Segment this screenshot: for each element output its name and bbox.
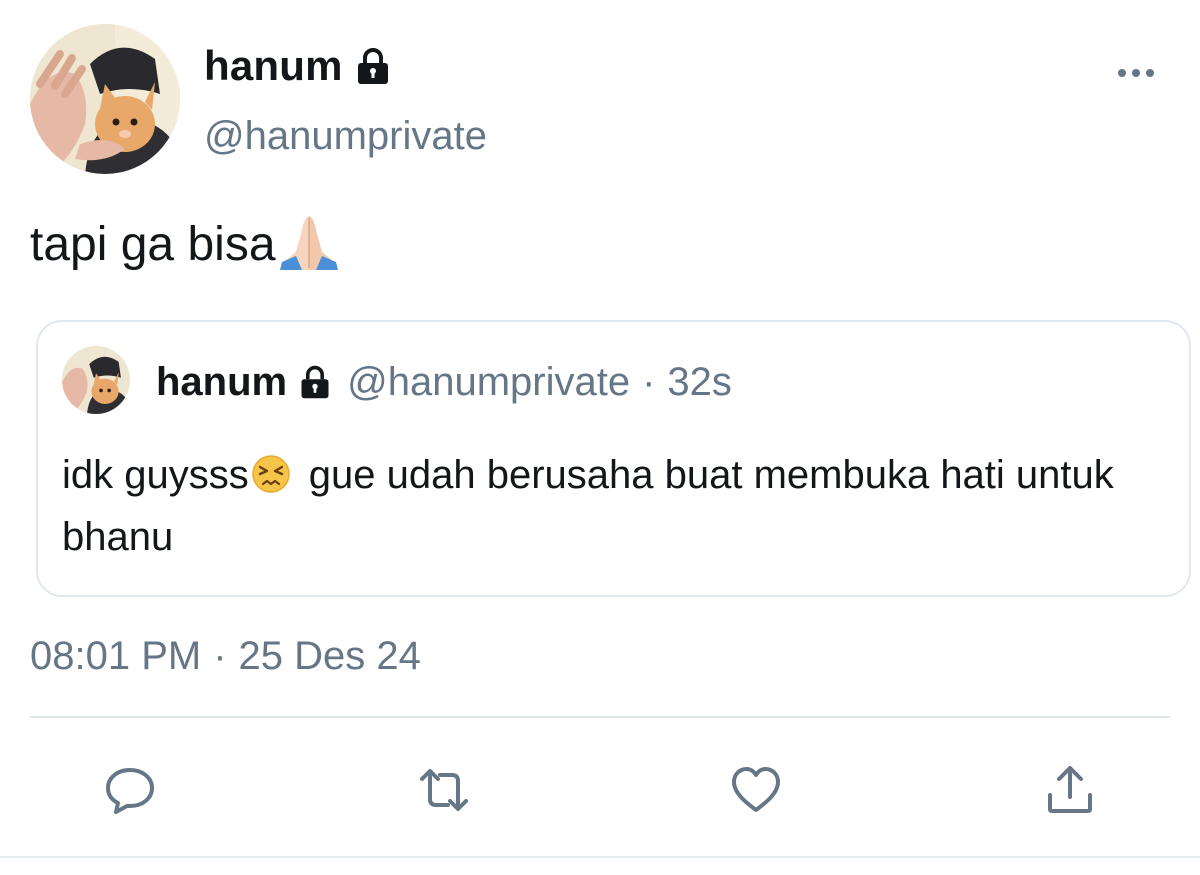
quoted-tweet-card[interactable]: hanum @hanumprivate · 32s idk guysss gue… [36,320,1191,597]
author-handle[interactable]: @hanumprivate [204,114,487,159]
author-avatar[interactable] [30,24,180,174]
author-name-row: hanum [204,40,393,92]
retweet-icon [420,769,468,811]
reply-icon [106,768,154,814]
quoted-text-before-emoji: idk guysss [62,453,249,497]
tweet-text: tapi ga bisa [30,212,342,272]
folded-hands-emoji [279,216,338,270]
more-dots-icon [1118,69,1154,77]
quoted-tweet-header: hanum @hanumprivate · 32s [156,356,732,408]
quoted-header-separator: · [642,359,656,404]
timestamp-separator: · [213,634,227,678]
share-button[interactable] [1040,760,1100,820]
reply-button[interactable] [100,760,160,820]
lock-icon [357,48,388,84]
quoted-author-avatar [62,346,130,414]
author-display-name[interactable]: hanum [204,42,343,90]
kitten-avatar-image [62,346,130,414]
heart-icon [732,767,780,812]
persevering-face-emoji [252,455,290,493]
tweet-timestamp[interactable]: 08:01 PM · 25 Des 24 [30,634,421,679]
quoted-author-display-name: hanum [156,359,288,404]
tweet-time: 08:01 PM [30,634,202,678]
retweet-button[interactable] [414,760,474,820]
quoted-tweet-text: idk guysss gue udah berusaha buat membuk… [62,444,1152,568]
lock-icon [301,365,329,399]
like-button[interactable] [726,760,786,820]
tweet-text-content: tapi ga bisa [30,218,276,271]
tweet-action-bar [0,760,1200,820]
share-icon [1048,766,1092,813]
kitten-avatar-image [30,24,180,174]
bottom-divider [0,856,1200,858]
quoted-author-handle: @hanumprivate [347,359,631,404]
divider [30,716,1170,718]
tweet-detail: hanum @hanumprivate tapi ga bisa hanum @… [0,0,1200,875]
tweet-date: 25 Des 24 [238,634,421,678]
quoted-tweet-time: 32s [667,359,732,404]
more-options-button[interactable] [1112,58,1160,88]
